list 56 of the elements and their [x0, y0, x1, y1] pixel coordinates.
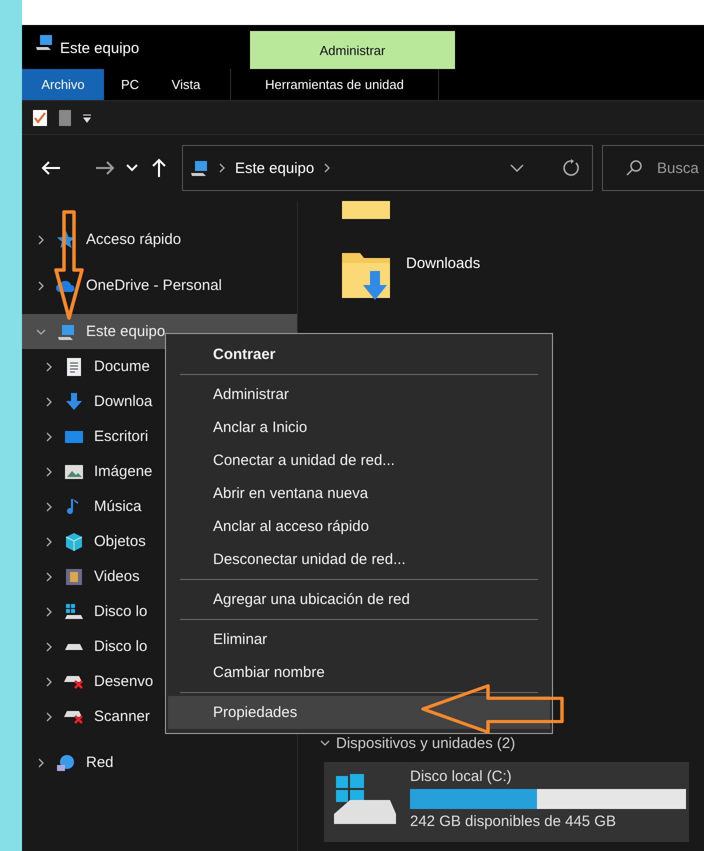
menu-item[interactable]: Conectar a unidad de red... [168, 444, 550, 477]
chevron-right-icon[interactable] [44, 642, 54, 652]
chevron-right-icon[interactable] [44, 676, 54, 686]
menu-item[interactable]: Eliminar [168, 623, 550, 656]
address-field[interactable]: Este equipo [182, 145, 593, 191]
chevron-right-icon[interactable] [44, 502, 54, 512]
refresh-icon[interactable] [562, 159, 580, 177]
chevron-right-icon[interactable] [217, 163, 227, 173]
chevron-down-icon[interactable] [320, 738, 330, 748]
section-header[interactable]: Dispositivos y unidades (2) [320, 732, 704, 754]
menu-item[interactable]: Propiedades [168, 696, 550, 729]
chevron-right-icon[interactable] [44, 466, 54, 476]
folder-label[interactable]: Downloads [406, 255, 480, 305]
cube-icon [64, 532, 84, 552]
chevron-right-icon[interactable] [44, 432, 54, 442]
search-field[interactable]: Busca [602, 145, 704, 191]
drive-tile[interactable]: Disco local (C:) 242 GB disponibles de 445 GB [324, 762, 689, 842]
drive-capacity: 242 GB disponibles de 445 GB [410, 813, 617, 830]
window-title: Este equipo [59, 40, 140, 59]
ribbon-tab[interactable]: Archivo [22, 69, 104, 100]
chevron-right-icon[interactable] [44, 362, 54, 372]
navigation-item[interactable]: Acceso rápido [22, 222, 297, 257]
disconnected-drive-icon [64, 674, 84, 688]
down-arrow-icon [64, 392, 84, 412]
chevron-right-icon[interactable] [322, 163, 332, 173]
chevron-down-icon[interactable] [510, 164, 524, 172]
ribbon-tab[interactable]: Herramientas de unidad [230, 69, 439, 100]
disconnected-drive-icon [64, 710, 84, 724]
menu-item[interactable]: Desconectar unidad de red... [168, 543, 550, 576]
chevron-right-icon[interactable] [36, 758, 46, 768]
chevron-right-icon[interactable] [36, 280, 46, 290]
chevron-right-icon[interactable] [44, 572, 54, 582]
menu-item[interactable]: Anclar a Inicio [168, 411, 550, 444]
chevron-right-icon[interactable] [44, 712, 54, 722]
computer-icon [34, 32, 54, 52]
chevron-right-icon[interactable] [44, 536, 54, 546]
drive-icon [64, 602, 84, 622]
context-tab-header: Administrar [250, 31, 455, 69]
search-icon [625, 159, 643, 177]
computer-icon [189, 158, 209, 178]
menu-item[interactable]: Anclar al acceso rápido [168, 510, 550, 543]
menu-item[interactable]: Administrar [168, 378, 550, 411]
navigation-item[interactable]: OneDrive - Personal [22, 268, 297, 303]
menu-item[interactable]: Abrir en ventana nueva [168, 477, 550, 510]
menu-item[interactable]: Agregar una ubicación de red [168, 583, 550, 616]
menu-item[interactable]: Cambiar nombre [168, 656, 550, 689]
drive-icon [64, 642, 84, 650]
navigation-item[interactable]: Red [22, 745, 297, 780]
chevron-right-icon[interactable] [36, 234, 46, 244]
document-icon [64, 356, 84, 376]
network-globe-icon [56, 752, 76, 772]
customize-icon[interactable] [82, 112, 92, 122]
properties-icon[interactable] [32, 108, 48, 126]
chevron-right-icon[interactable] [44, 606, 54, 616]
chevron-right-icon[interactable] [44, 396, 54, 406]
drive-name: Disco local (C:) [410, 768, 513, 785]
